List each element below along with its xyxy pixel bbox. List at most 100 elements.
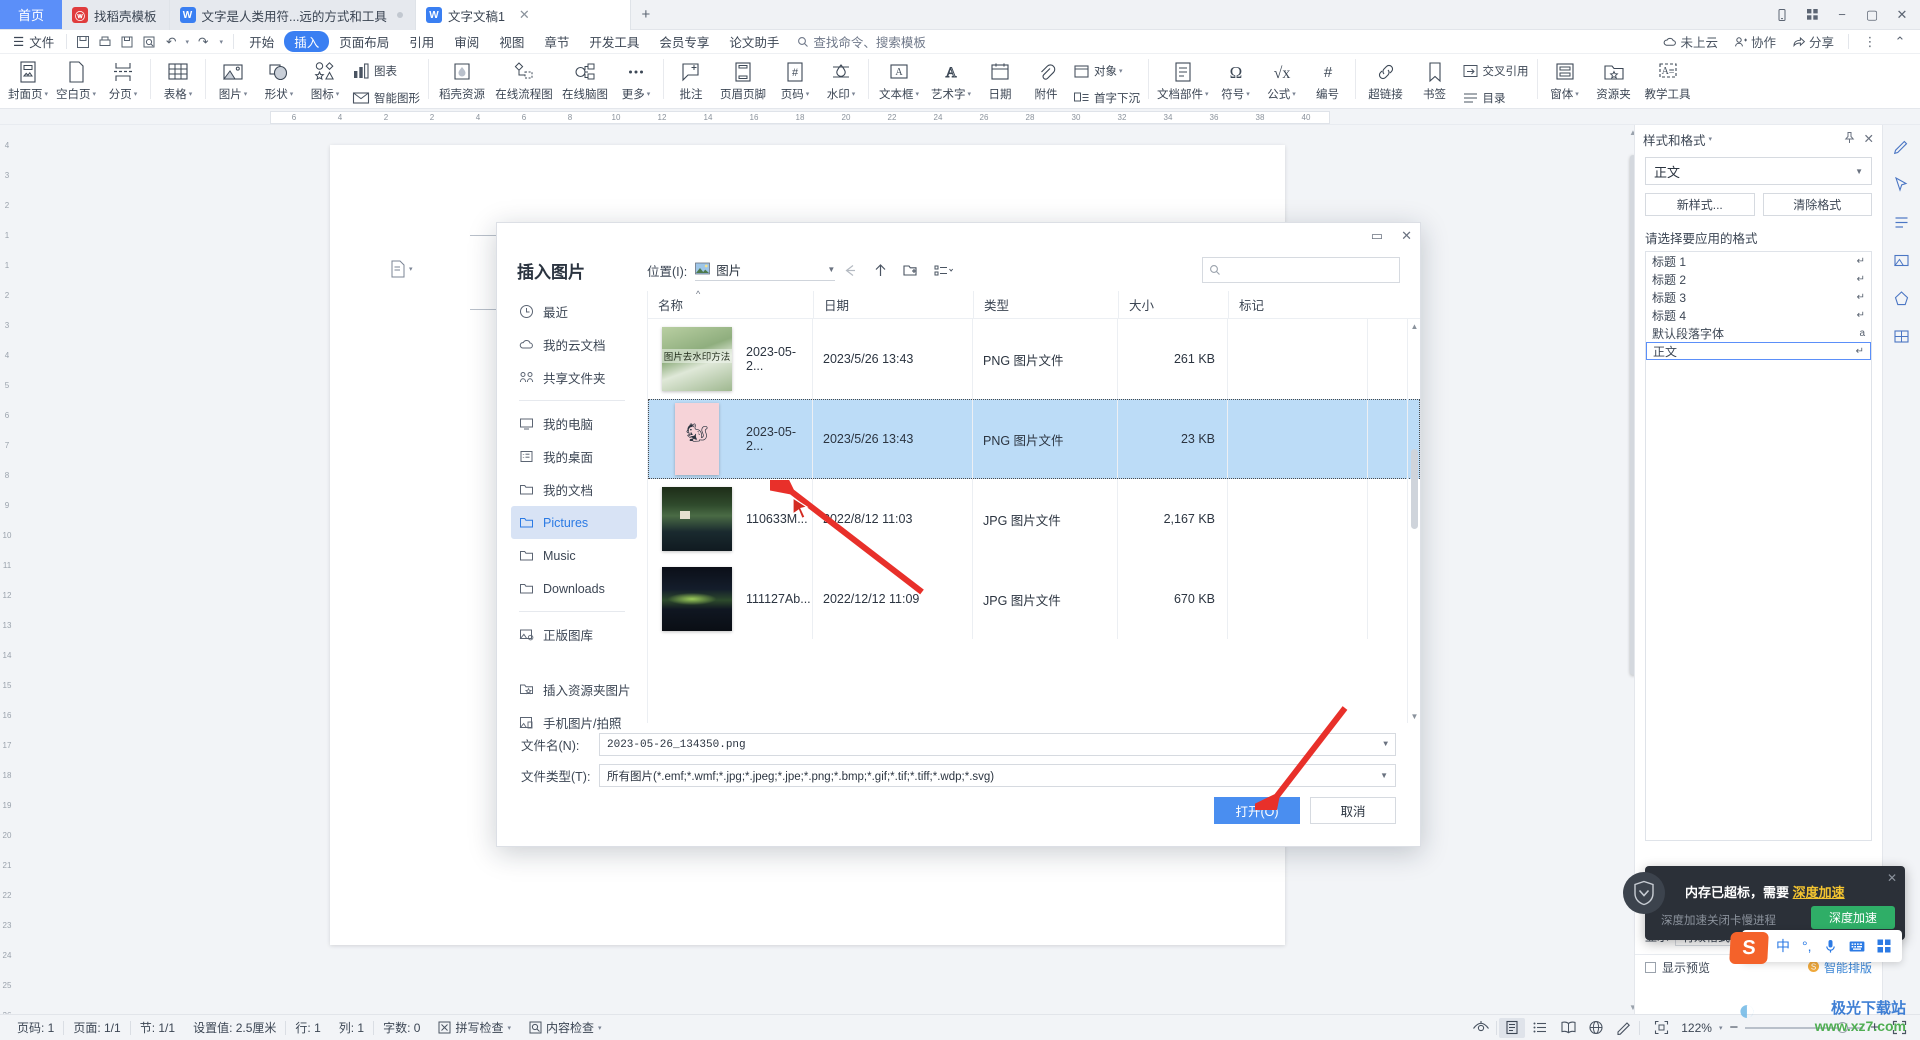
cover-page-button[interactable]: 封面页 ▾ [4, 56, 52, 102]
comment-button[interactable]: 批注 [668, 56, 714, 102]
sidebar-item-pictures[interactable]: Pictures [511, 506, 637, 539]
teaching-tools-button[interactable]: A≡ 教学工具 [1640, 56, 1696, 102]
restore-icon[interactable]: ▭ [1371, 228, 1383, 244]
column-header-name[interactable]: 名称 ^ [648, 289, 813, 319]
ribbon-tab-view[interactable]: 视图 [489, 31, 534, 52]
page-number-button[interactable]: # 页码 ▾ [772, 56, 818, 102]
close-icon[interactable]: ✕ [1864, 131, 1874, 147]
microphone-icon[interactable] [1824, 939, 1837, 954]
menu-file[interactable]: ☰ 文件 [6, 31, 61, 53]
more-button[interactable]: 更多 ▾ [613, 56, 659, 102]
table-row[interactable]: 🐿 2023-05-2... 2023/5/26 13:43 PNG 图片文件 … [648, 399, 1420, 479]
scroll-up-icon[interactable]: ▲ [1408, 319, 1420, 333]
undo-icon[interactable]: ↶ [160, 32, 182, 52]
ribbon-tab-references[interactable]: 引用 [399, 31, 444, 52]
ribbon-tab-start[interactable]: 开始 [239, 31, 284, 52]
cross-reference-button[interactable]: 交叉引用 [1458, 58, 1533, 84]
bookmark-button[interactable]: 书签 [1412, 56, 1458, 102]
style-item-default-font[interactable]: 默认段落字体 a [1646, 324, 1871, 342]
sidebar-item-image-library[interactable]: 正版图库 [511, 618, 637, 651]
textbox-button[interactable]: A 文本框 ▾ [873, 56, 925, 102]
header-footer-button[interactable]: 页眉页脚 [714, 56, 772, 102]
back-button[interactable] [835, 257, 865, 283]
column-header-size[interactable]: 大小 [1118, 290, 1228, 319]
preview-checkbox[interactable] [1645, 962, 1656, 973]
ime-punctuation-button[interactable]: °, [1802, 938, 1812, 954]
undo-caret-icon[interactable]: ▾ [182, 32, 192, 52]
ime-mode-button[interactable]: 中 [1776, 936, 1790, 956]
sidebar-item-my-desktop[interactable]: 我的桌面 [511, 440, 637, 473]
scroll-down-icon[interactable]: ▼ [1408, 709, 1420, 723]
date-button[interactable]: 日期 [977, 56, 1023, 102]
print-icon[interactable] [94, 32, 116, 52]
page-view-icon[interactable] [1499, 1017, 1526, 1038]
chevron-down-icon[interactable]: ▼ [1380, 771, 1388, 780]
view-mode-button[interactable] [925, 257, 963, 283]
resource-folder-button[interactable]: 资源夹 [1588, 56, 1640, 102]
location-combo[interactable]: 图片 ▼ [695, 259, 836, 281]
form-button[interactable]: 窗体 ▾ [1542, 56, 1588, 102]
style-item-heading2[interactable]: 标题 2 ↵ [1646, 270, 1871, 288]
reading-view-icon[interactable] [1555, 1018, 1581, 1038]
toc-button[interactable]: 目录 [1458, 85, 1533, 108]
scrollbar-thumb[interactable] [1411, 449, 1418, 529]
filename-input[interactable]: 2023-05-26_134350.png ▼ [599, 733, 1396, 756]
page-break-button[interactable]: 分页 ▾ [100, 56, 146, 102]
current-style-select[interactable]: 正文 ▼ [1645, 157, 1872, 185]
ribbon-tab-thesis[interactable]: 论文助手 [719, 31, 789, 52]
ribbon-tab-section[interactable]: 章节 [534, 31, 579, 52]
drop-cap-button[interactable]: 首字下沉 [1069, 85, 1144, 108]
style-item-heading4[interactable]: 标题 4 ↵ [1646, 306, 1871, 324]
mobile-icon[interactable] [1768, 2, 1796, 28]
paragraph-icon[interactable] [1889, 209, 1915, 235]
fit-page-icon[interactable] [1648, 1018, 1674, 1038]
ribbon-tab-member[interactable]: 会员专享 [649, 31, 719, 52]
object-button[interactable]: 对象 ▾ [1069, 58, 1144, 84]
home-tab[interactable]: 首页 [0, 0, 62, 29]
close-icon[interactable]: ✕ [1401, 228, 1412, 244]
sidebar-item-downloads[interactable]: Downloads [511, 572, 637, 605]
close-window-icon[interactable]: ✕ [1888, 2, 1916, 28]
edit-pen-icon[interactable] [1889, 133, 1915, 159]
shapes-button[interactable]: 形状 ▾ [256, 56, 302, 102]
sidebar-item-music[interactable]: Music [511, 539, 637, 572]
ribbon-tab-review[interactable]: 审阅 [444, 31, 489, 52]
icons-button[interactable]: 图标 ▾ [302, 56, 348, 102]
outline-view-icon[interactable] [1527, 1018, 1553, 1038]
table-button[interactable]: 表格 ▾ [155, 56, 201, 102]
edit-view-icon[interactable] [1611, 1018, 1637, 1038]
apps-icon[interactable] [1877, 939, 1891, 953]
new-folder-button[interactable] [895, 257, 925, 283]
cursor-icon[interactable] [1889, 171, 1915, 197]
chevron-down-icon[interactable]: ▾ [1719, 1024, 1723, 1032]
keyboard-icon[interactable] [1849, 940, 1865, 953]
picture-button[interactable]: 图片 ▾ [210, 56, 256, 102]
ribbon-tab-page-layout[interactable]: 页面布局 [329, 31, 399, 52]
content-check-button[interactable]: 内容检查 ▾ [520, 1019, 611, 1036]
image-tools-icon[interactable] [1889, 247, 1915, 273]
docer-resource-button[interactable]: 稻壳资源 [433, 56, 491, 102]
column-header-type[interactable]: 类型 [973, 290, 1118, 319]
clear-format-button[interactable]: 清除格式 [1762, 193, 1872, 216]
ribbon-tab-insert[interactable]: 插入 [284, 31, 330, 52]
share-button[interactable]: 分享 [1785, 32, 1841, 51]
sidebar-item-cloud-docs[interactable]: 我的云文档 [511, 328, 637, 361]
grid-icon[interactable] [1798, 2, 1826, 28]
blank-page-button[interactable]: 空白页 ▾ [52, 56, 100, 102]
shapes-tool-icon[interactable] [1889, 285, 1915, 311]
cloud-status-button[interactable]: 未上云 [1656, 32, 1725, 51]
open-button[interactable]: 打开(O) [1214, 797, 1300, 824]
file-list-scrollbar[interactable]: ▲ ▼ [1407, 319, 1420, 723]
cancel-button[interactable]: 取消 [1310, 797, 1396, 824]
chevron-down-icon[interactable]: ▼ [1383, 740, 1388, 749]
style-item-body[interactable]: 正文 ↵ [1646, 342, 1871, 360]
column-header-tag[interactable]: 标记 [1228, 290, 1368, 319]
file-search-input[interactable] [1202, 257, 1400, 283]
column-header-date[interactable]: 日期 [813, 290, 973, 319]
table-tool-icon[interactable] [1889, 323, 1915, 349]
table-row[interactable]: 图片去水印方法 2023-05-2... 2023/5/26 13:43 PNG… [648, 319, 1420, 399]
style-item-heading3[interactable]: 标题 3 ↵ [1646, 288, 1871, 306]
pin-icon[interactable] [1843, 131, 1856, 147]
online-flowchart-button[interactable]: 在线流程图 [491, 56, 557, 102]
sogou-logo-icon[interactable]: S [1729, 932, 1769, 964]
